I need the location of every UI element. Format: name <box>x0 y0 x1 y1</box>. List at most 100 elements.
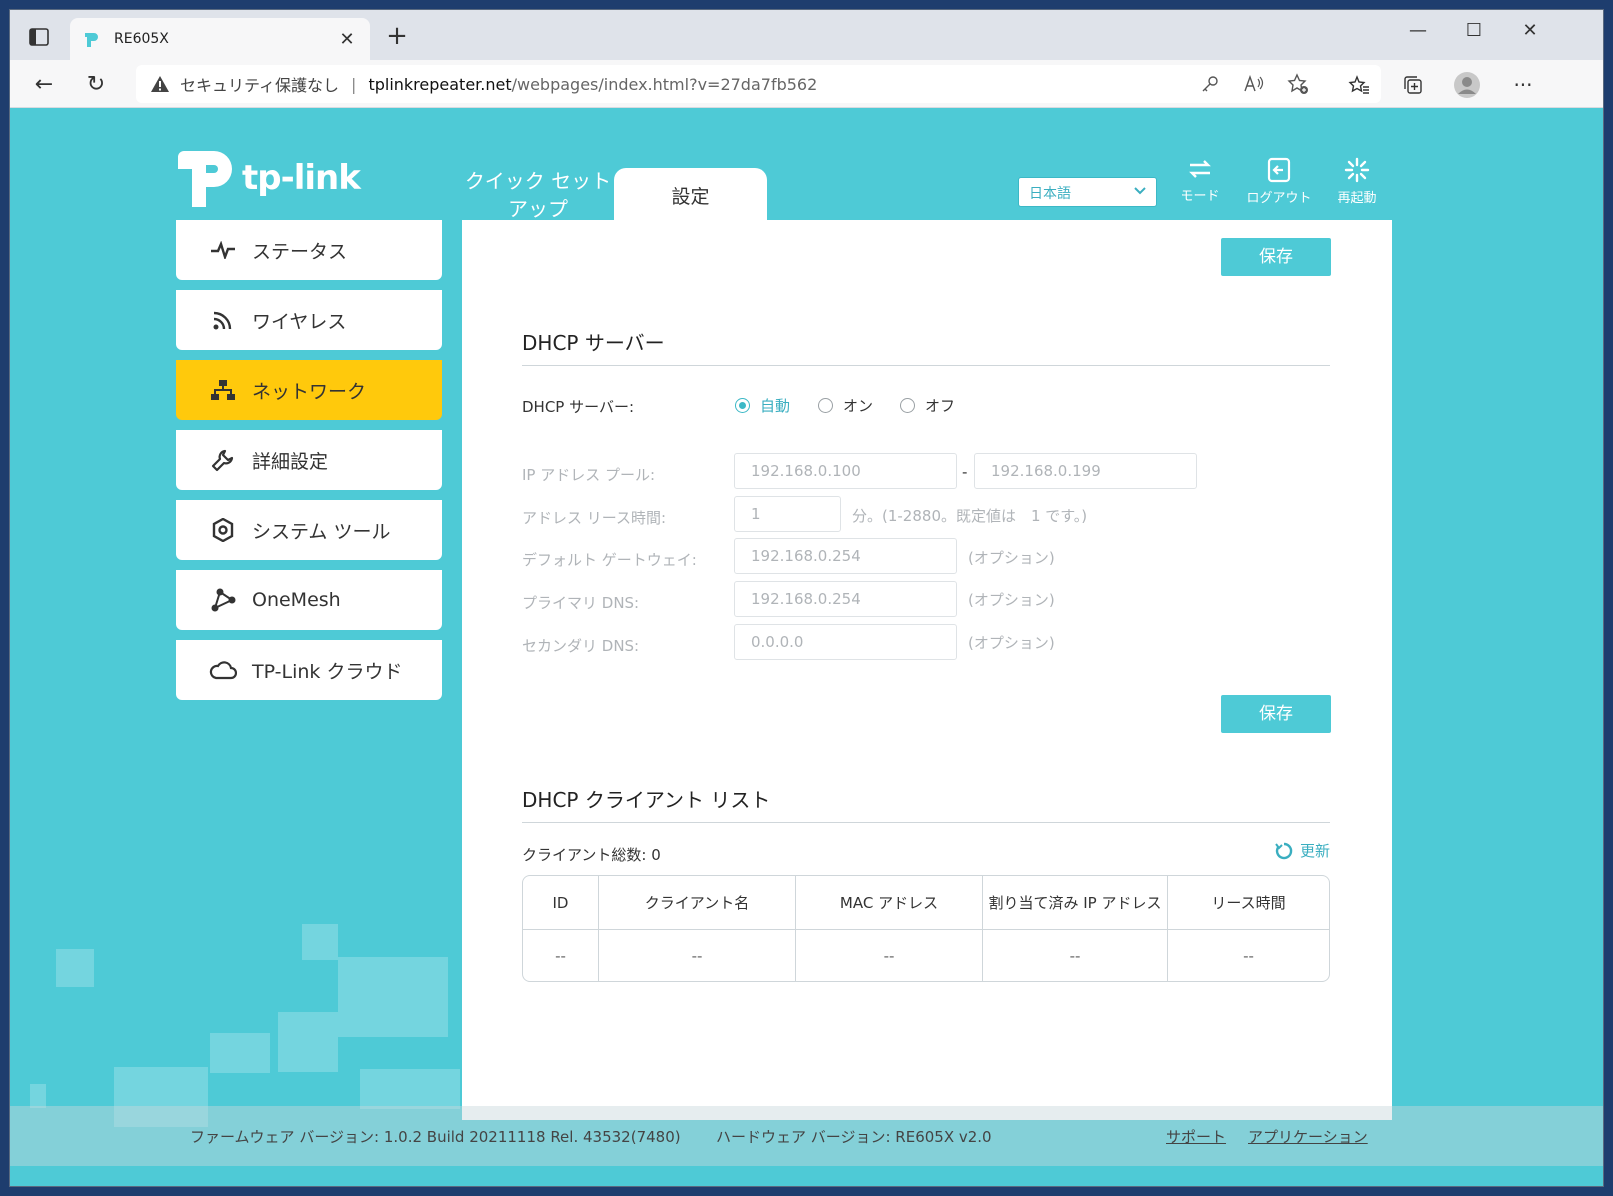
router-admin-page: tp-link クイック セット アップ 設定 日本語 モード ログアウト 再起… <box>10 109 1603 1186</box>
ip-pool-dash: - <box>962 463 968 481</box>
table-cell: -- <box>796 930 983 981</box>
table-cell: -- <box>599 930 796 981</box>
divider <box>522 822 1330 823</box>
wrench-icon <box>208 447 238 473</box>
app-link[interactable]: アプリケーション <box>1248 1126 1368 1147</box>
radio-label: オン <box>843 397 874 415</box>
more-menu-icon[interactable]: ··· <box>1506 68 1540 102</box>
sidebar-item-system-tools[interactable]: システム ツール <box>176 500 442 560</box>
mode-label: モード <box>1180 189 1220 204</box>
key-icon[interactable] <box>1194 68 1226 100</box>
reload-icon[interactable]: ↻ <box>80 69 112 99</box>
refresh-label: 更新 <box>1300 842 1331 860</box>
logout-icon <box>1267 157 1291 183</box>
ip-pool-label: IP アドレス プール: <box>522 466 656 484</box>
minimize-icon[interactable]: — <box>1398 20 1438 41</box>
save-button-bottom[interactable]: 保存 <box>1221 695 1331 733</box>
lease-time-input[interactable]: 1 <box>734 496 841 532</box>
sidebar-item-status[interactable]: ステータス <box>176 220 442 280</box>
decor-block <box>278 1012 338 1072</box>
mode-switch-icon <box>1189 160 1211 178</box>
logout-button[interactable]: ログアウト <box>1239 157 1319 206</box>
radio-off[interactable]: オフ <box>900 395 955 416</box>
reboot-label: 再起動 <box>1337 191 1377 206</box>
maximize-icon[interactable]: ☐ <box>1454 20 1494 41</box>
radio-auto[interactable]: 自動 <box>735 395 790 416</box>
tab-bar: RE605X ✕ + — ☐ ✕ <box>10 10 1603 60</box>
back-arrow-icon[interactable]: ← <box>28 69 60 99</box>
sidebar-item-label: 詳細設定 <box>252 450 329 473</box>
reboot-button[interactable]: 再起動 <box>1317 157 1397 206</box>
mode-button[interactable]: モード <box>1160 157 1240 204</box>
secondary-dns-input[interactable]: 0.0.0.0 <box>734 624 957 660</box>
profile-avatar[interactable] <box>1450 68 1484 102</box>
table-cell: -- <box>1243 947 1254 965</box>
sidebar-item-wireless[interactable]: ワイヤレス <box>176 290 442 350</box>
sidebar-item-label: TP-Link クラウド <box>252 660 403 683</box>
collections-icon[interactable] <box>1396 68 1430 102</box>
table-header-row: ID クライアント名 MAC アドレス 割り当て済み IP アドレス リース時間 <box>523 876 1329 929</box>
decor-block <box>302 924 338 960</box>
cloud-icon <box>208 657 238 683</box>
browser-tab[interactable]: RE605X ✕ <box>70 18 370 60</box>
dhcp-server-label: DHCP サーバー: <box>522 398 635 416</box>
tab-quick-setup[interactable]: クイック セット アップ <box>463 167 613 223</box>
tab-settings[interactable]: 設定 <box>614 168 767 220</box>
ip-pool-end-input[interactable]: 192.168.0.199 <box>974 453 1197 489</box>
language-select[interactable]: 日本語 <box>1018 177 1157 207</box>
sidebar-item-onemesh[interactable]: OneMesh <box>176 570 442 630</box>
sidebar-item-label: OneMesh <box>252 589 341 611</box>
lease-time-label: アドレス リース時間: <box>522 509 667 527</box>
divider <box>522 365 1330 366</box>
sidebar-item-cloud[interactable]: TP-Link クラウド <box>176 640 442 700</box>
window-close-icon[interactable]: ✕ <box>1510 20 1550 41</box>
chevron-down-icon <box>1134 183 1146 199</box>
language-value: 日本語 <box>1029 186 1071 202</box>
decor-block <box>30 1084 46 1108</box>
radio-dot <box>735 398 750 413</box>
tab-title: RE605X <box>114 31 169 47</box>
secondary-dns-optional-hint: (オプション) <box>968 634 1055 652</box>
gear-icon <box>208 517 238 543</box>
radio-label: 自動 <box>760 397 791 415</box>
radio-label: オフ <box>925 397 956 415</box>
sidebar: ステータス ワイヤレス ネットワーク 詳細設定 システム ツール OneMesh <box>176 220 442 710</box>
decor-block <box>360 1069 460 1109</box>
wifi-icon <box>208 307 238 333</box>
read-aloud-icon[interactable] <box>1238 68 1270 100</box>
hardware-version: ハードウェア バージョン: RE605X v2.0 <box>716 1128 992 1146</box>
sidebar-item-network[interactable]: ネットワーク <box>176 360 442 420</box>
primary-dns-input[interactable]: 192.168.0.254 <box>734 581 957 617</box>
lease-time-hint: 分。(1-2880。既定値は 1 です。) <box>852 507 1088 525</box>
tplink-logo-icon <box>178 151 232 207</box>
client-total: クライアント総数: 0 <box>522 846 661 864</box>
sidebar-item-advanced[interactable]: 詳細設定 <box>176 430 442 490</box>
mesh-icon <box>208 587 238 613</box>
primary-dns-label: プライマリ DNS: <box>522 594 640 612</box>
table-row: -- -- -- -- -- <box>523 929 1329 981</box>
security-label: セキュリティ保護なし <box>180 76 340 95</box>
refresh-button[interactable]: 更新 <box>1274 840 1330 861</box>
table-header-cell: MAC アドレス <box>796 876 983 929</box>
new-tab-icon[interactable]: + <box>382 22 412 50</box>
dhcp-server-title: DHCP サーバー <box>522 331 665 355</box>
sidebar-item-label: ネットワーク <box>252 380 367 403</box>
address-host: tplinkrepeater.net <box>368 74 512 94</box>
tab-close-icon[interactable]: ✕ <box>336 29 358 50</box>
client-list-title: DHCP クライアント リスト <box>522 788 771 812</box>
gateway-label: デフォルト ゲートウェイ: <box>522 551 697 569</box>
add-favorite-icon[interactable] <box>1282 68 1314 100</box>
footer: ファームウェア バージョン: 1.0.2 Build 20211118 Rel.… <box>10 1106 1603 1166</box>
support-link[interactable]: サポート <box>1166 1126 1226 1147</box>
favorites-icon[interactable] <box>1342 68 1376 102</box>
gateway-optional-hint: (オプション) <box>968 549 1055 567</box>
table-cell: -- <box>983 930 1168 981</box>
table-header-cell: リース時間 <box>1211 894 1286 912</box>
save-button-top[interactable]: 保存 <box>1221 238 1331 276</box>
browser-window: RE605X ✕ + — ☐ ✕ ← ↻ セキュリティ保護なし | tplink… <box>9 9 1604 1187</box>
decor-block <box>56 949 94 987</box>
gateway-input[interactable]: 192.168.0.254 <box>734 538 957 574</box>
ip-pool-start-input[interactable]: 192.168.0.100 <box>734 453 957 489</box>
tab-actions-icon[interactable] <box>24 24 54 50</box>
radio-on[interactable]: オン <box>818 395 873 416</box>
